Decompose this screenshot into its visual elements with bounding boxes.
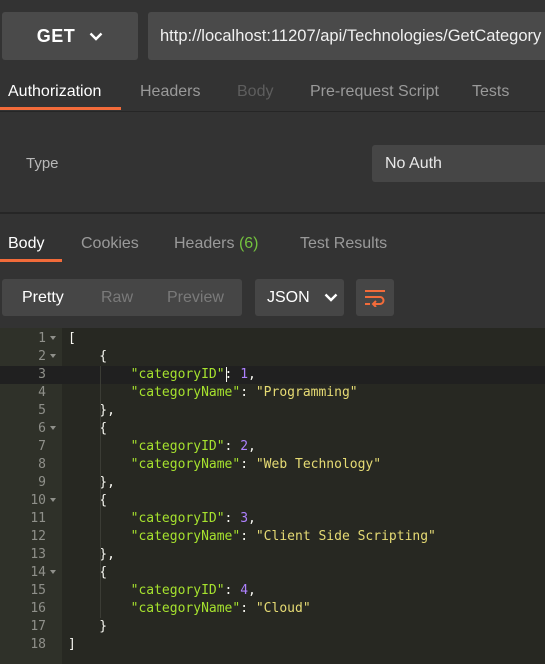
line-number: 11 [30,511,46,526]
code-line: 3 "categoryID": 1, [0,366,545,384]
code-text: "categoryName": "Cloud" [130,601,311,616]
method-label: GET [36,25,76,46]
tabs-divider [0,111,545,112]
line-number: 10 [30,493,46,508]
line-number: 4 [38,385,46,400]
code-text: { [68,421,108,436]
code-text: }, [68,403,115,418]
code-line: 6 { [0,420,545,438]
auth-type-select[interactable]: No Auth [372,145,545,182]
code-text: { [68,565,108,580]
fold-arrow-icon[interactable] [50,336,56,340]
line-number: 7 [38,439,46,454]
code-line: 2 { [0,348,545,366]
tab-test-results[interactable]: Test Results [300,226,387,262]
line-number: 14 [30,565,46,580]
response-tabs: Body Cookies Headers (6) Test Results [0,226,545,264]
active-tab-indicator [0,107,121,110]
auth-type-value: No Auth [385,154,442,172]
code-text: "categoryName": "Client Side Scripting" [130,529,436,544]
code-text: "categoryID": 1, [130,367,256,382]
code-line: 18] [0,636,545,654]
line-number: 15 [30,583,46,598]
text-cursor [226,367,227,382]
format-label: JSON [267,288,310,306]
tab-tests[interactable]: Tests [472,74,509,110]
code-text: "categoryID": 4, [130,583,256,598]
line-number: 5 [38,403,46,418]
tab-pre-request-script[interactable]: Pre-request Script [310,74,439,110]
tab-authorization-label: Authorization [8,83,102,100]
tab-response-headers-label: Headers [174,235,235,252]
code-text: ] [68,637,76,652]
wrap-lines-icon [365,289,385,307]
view-pretty-button[interactable]: Pretty [22,289,64,307]
code-line: 10 { [0,492,545,510]
chevron-down-icon [89,32,103,41]
line-number: 1 [38,331,46,346]
wrap-lines-button[interactable] [356,279,394,316]
code-text: "categoryID": 3, [130,511,256,526]
tab-response-body[interactable]: Body [0,226,62,262]
section-divider [0,212,545,214]
code-text: { [68,493,108,508]
url-text: http://localhost:11207/api/Technologies/… [160,26,542,45]
line-number: 8 [38,457,46,472]
tab-cookies[interactable]: Cookies [81,226,139,262]
fold-arrow-icon[interactable] [50,570,56,574]
code-text: { [68,349,108,364]
line-number: 3 [38,367,46,382]
format-select[interactable]: JSON [255,279,344,316]
code-line: 8 "categoryName": "Web Technology" [0,456,545,474]
fold-arrow-icon[interactable] [50,354,56,358]
view-preview-button[interactable]: Preview [167,289,224,307]
tab-response-body-label: Body [8,235,45,252]
auth-type-label: Type [26,155,59,172]
code-line: 17 } [0,618,545,636]
code-text: "categoryName": "Programming" [130,385,358,400]
tab-headers[interactable]: Headers [140,74,200,110]
method-select[interactable]: GET [2,12,138,60]
tab-body[interactable]: Body [237,74,273,110]
request-tabs: Authorization Headers Body Pre-request S… [0,74,545,110]
code-text: }, [68,475,115,490]
code-text: }, [68,547,115,562]
indent-guide [100,366,101,618]
chevron-down-icon [324,293,338,302]
line-number: 16 [30,601,46,616]
code-line: 9 }, [0,474,545,492]
code-line: 11 "categoryID": 3, [0,510,545,528]
code-line: 7 "categoryID": 2, [0,438,545,456]
code-line: 13 }, [0,546,545,564]
code-line: 4 "categoryName": "Programming" [0,384,545,402]
response-body-editor[interactable]: 1[2 {3 "categoryID": 1, 4 "categoryName":… [0,328,545,664]
code-line: 14 { [0,564,545,582]
active-tab-indicator [0,259,62,262]
line-number: 12 [30,529,46,544]
fold-arrow-icon[interactable] [50,498,56,502]
code-line: 5 }, [0,402,545,420]
view-raw-button[interactable]: Raw [101,289,133,307]
code-text: } [68,619,108,634]
code-text: "categoryName": "Web Technology" [130,457,382,472]
code-line: 12 "categoryName": "Client Side Scriptin… [0,528,545,546]
code-line: 1[ [0,330,545,348]
headers-count-badge: (6) [238,235,259,252]
url-input[interactable]: http://localhost:11207/api/Technologies/… [148,12,545,60]
line-number: 17 [30,619,46,634]
line-number: 6 [38,421,46,436]
tab-authorization[interactable]: Authorization [0,74,121,110]
line-number: 9 [38,475,46,490]
code-line: 15 "categoryID": 4, [0,582,545,600]
view-mode-toggle: Pretty Raw Preview [2,279,242,316]
code-line: 16 "categoryName": "Cloud" [0,600,545,618]
code-text: "categoryID": 2, [130,439,256,454]
line-number: 2 [38,349,46,364]
tab-response-headers[interactable]: Headers (6) [174,226,259,262]
fold-arrow-icon[interactable] [50,426,56,430]
code-text: [ [68,331,76,346]
line-number: 18 [30,637,46,652]
line-number: 13 [30,547,46,562]
